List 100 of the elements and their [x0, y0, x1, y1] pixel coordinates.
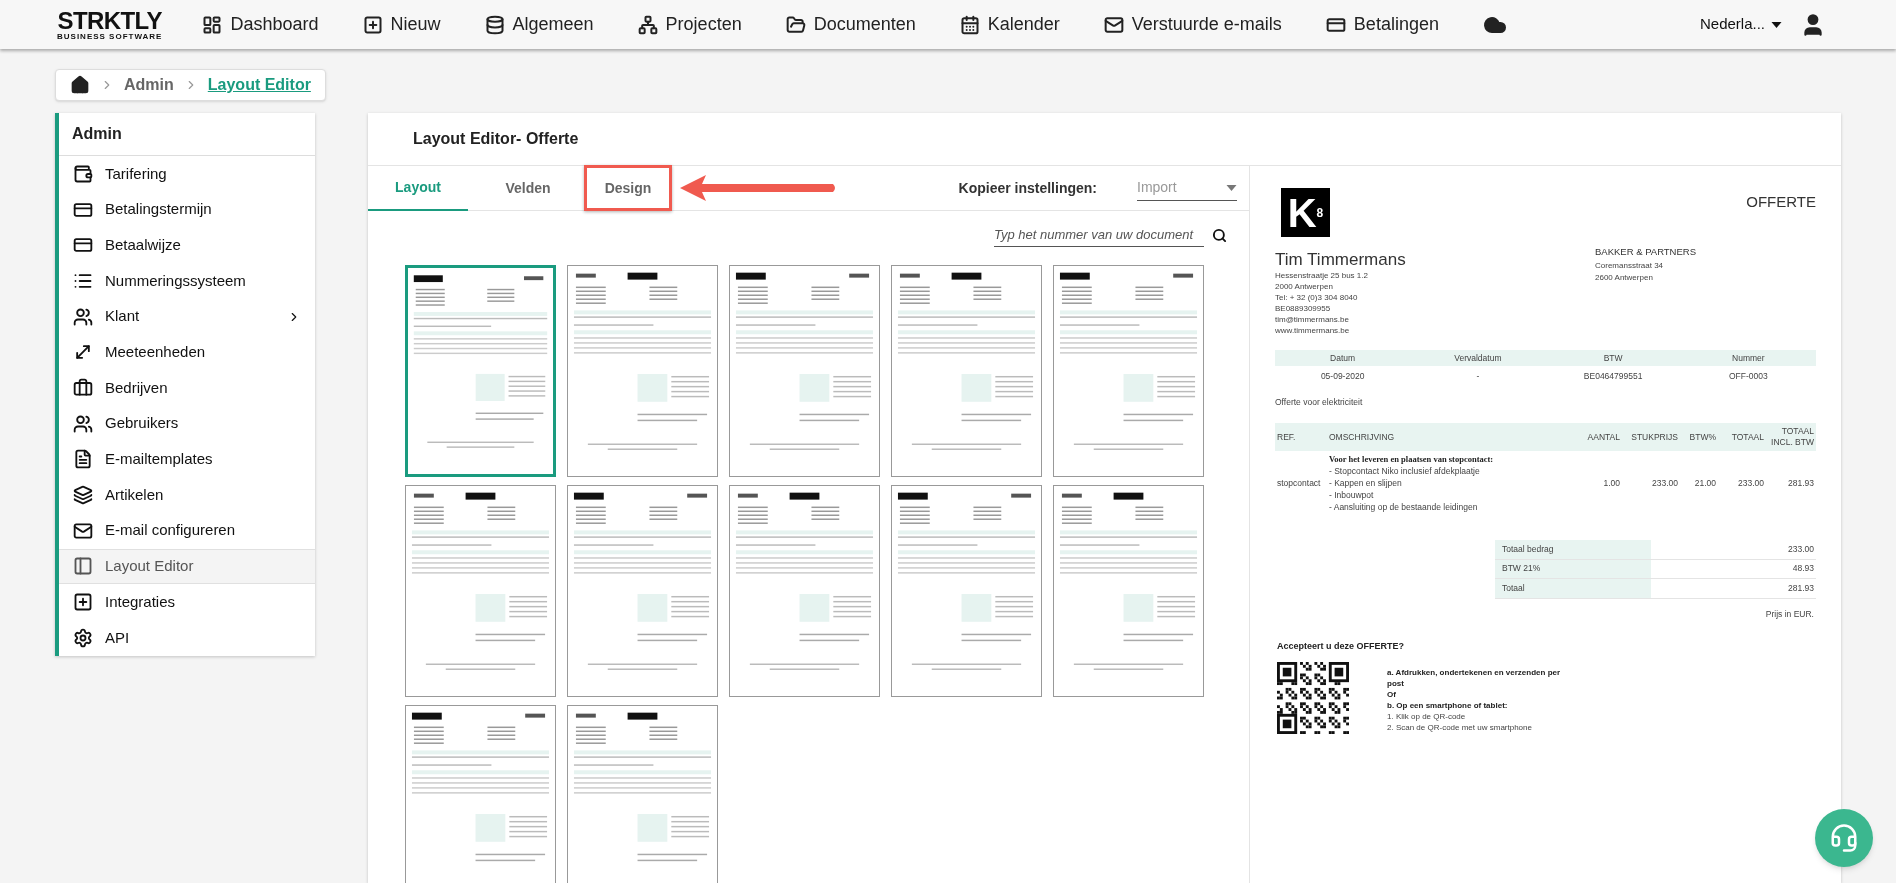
table-cell-text: 233.00	[1737, 476, 1765, 490]
acceptance-step: b. Op een smartphone of tablet:	[1387, 699, 1577, 711]
qr-code-icon	[1277, 661, 1349, 734]
sender-detail: Hessenstraatje 25 bus 1.2	[1275, 270, 1369, 282]
document-number-search-field[interactable]: Typ het nummer van uw document	[994, 225, 1204, 247]
meta-value-cell-text: OFF-0003	[1728, 369, 1769, 383]
plus-icon	[73, 592, 93, 613]
nav-link[interactable]: Verstuurde e-mails	[1103, 11, 1282, 38]
table-cell-text: 1.00	[1602, 476, 1621, 490]
sidebar-item[interactable]: Nummeringssysteem	[59, 263, 315, 299]
sidebar-item[interactable]: Gebruikers	[59, 405, 315, 442]
meta-header-cell: BTW	[1545, 350, 1681, 367]
nav-link[interactable]: Projecten	[637, 11, 742, 38]
table-cell-text: 281.93	[1787, 476, 1815, 490]
meta-value-cell-text: BE0464799551	[1582, 369, 1644, 383]
sidebar-item[interactable]: Betaalwijze	[59, 227, 315, 264]
table-header-cell: STUKPRIJS	[1622, 423, 1680, 451]
sidebar-item[interactable]: Bedrijven	[59, 370, 315, 406]
sidebar-item[interactable]: E-mail configureren	[59, 512, 315, 549]
caret-icon	[1771, 21, 1782, 28]
total-label: Totaal bedrag	[1495, 540, 1651, 559]
template-thumbnail[interactable]	[405, 704, 556, 883]
sidebar-item[interactable]: Artikelen	[59, 477, 315, 513]
template-thumbnail[interactable]	[567, 704, 718, 883]
folder-icon	[785, 14, 806, 35]
sender-detail: www.timmermans.be	[1275, 325, 1351, 337]
sidebar-item[interactable]: E-mailtemplates	[59, 441, 315, 478]
table-cell-text: stopcontact	[1276, 476, 1322, 490]
item-description: Voor het leveren en plaatsen van stopcontact: - Stopcontact Niko inclusief afdekplaatje - Kappen en slijpen - Inbouwpot - Aansluiting op de bestaande leidingen	[1328, 453, 1495, 514]
template-thumbnail[interactable]	[405, 484, 556, 697]
sender-detail: Tel: + 32 (0)3 304 8040	[1275, 292, 1359, 304]
table-cell-text: 21.00	[1693, 476, 1717, 490]
users-icon	[73, 306, 93, 327]
total-value: 281.93	[1787, 581, 1815, 595]
meta-value-cell-text: 05-09-2020	[1319, 369, 1366, 383]
recipient-detail: 2600 Antwerpen	[1595, 272, 1654, 284]
table-header-cell: AANTAL	[1572, 423, 1622, 451]
sidebar-item[interactable]: Tarifering	[59, 156, 315, 192]
template-thumbnail[interactable]	[729, 484, 880, 697]
table-header-cell: TOTAAL	[1718, 423, 1766, 451]
support-chat-button[interactable]	[1815, 809, 1873, 867]
nav-link[interactable]: Documenten	[785, 11, 916, 38]
layers-icon	[73, 485, 93, 506]
panel-icon	[73, 556, 93, 577]
meta-value-cell-text: -	[1475, 369, 1481, 383]
wallet-icon	[73, 163, 93, 184]
meta-header-cell: Vervaldatum	[1410, 350, 1546, 367]
sidebar-item[interactable]: Klant	[59, 298, 315, 335]
meta-header-cell: Nummer	[1680, 350, 1816, 367]
breadcrumb-link[interactable]: Admin	[124, 73, 174, 97]
nav-link[interactable]: Algemeen	[484, 11, 594, 38]
template-thumbnail[interactable]	[1053, 484, 1204, 697]
tab[interactable]: Design	[604, 177, 652, 199]
editor-title: Layout Editor- Offerte	[368, 113, 1841, 166]
table-header-cell: REF.	[1275, 423, 1327, 451]
company-logo[interactable]: STRKTLY BUSINESS SOFTWARE	[57, 8, 163, 41]
total-value: 48.93	[1791, 562, 1815, 576]
sidebar-item[interactable]: API	[59, 619, 315, 656]
nav-link[interactable]: Betalingen	[1325, 11, 1439, 38]
total-value: 233.00	[1787, 542, 1815, 556]
acceptance-step: Of	[1387, 688, 1577, 700]
sender-detail: BE0889309955	[1275, 303, 1332, 315]
sidebar-item[interactable]: Layout Editor	[59, 548, 315, 585]
briefcase-icon	[73, 377, 93, 398]
sidebar-item[interactable]: Betalingstermijn	[59, 191, 315, 228]
currency-note: Prijs in EUR.	[1764, 607, 1815, 621]
template-thumbnail[interactable]	[891, 264, 1042, 477]
sender-detail: 2000 Antwerpen	[1275, 281, 1334, 293]
template-thumbnail[interactable]	[567, 484, 718, 697]
home-icon[interactable]	[70, 75, 90, 95]
caret-icon	[1226, 184, 1237, 191]
document-icon	[73, 449, 93, 470]
sidebar-item[interactable]: Integraties	[59, 584, 315, 620]
document-type: OFFERTE	[1746, 192, 1816, 212]
table-header-cell: OMSCHRIJVING	[1327, 423, 1572, 451]
acceptance-title: Accepteert u deze OFFERTE?	[1277, 640, 1406, 654]
sidebar-item[interactable]: Meeteenheden	[59, 334, 315, 371]
meta-header-cell: Datum	[1275, 350, 1411, 367]
template-thumbnail[interactable]	[729, 264, 880, 477]
language-dropdown[interactable]: Nederla...	[1699, 13, 1782, 36]
nav-link[interactable]: Dashboard	[202, 11, 319, 38]
template-thumbnail[interactable]	[1053, 264, 1204, 477]
copy-settings-label: Kopieer instellingen:	[958, 178, 1097, 198]
table-header-cell: TOTAAL INCL. BTW	[1766, 423, 1816, 451]
database-icon	[484, 14, 505, 35]
acceptance-step: 2. Scan de QR-code met uw smartphone	[1387, 721, 1577, 733]
template-thumbnail[interactable]	[405, 264, 556, 477]
nav-link[interactable]: Kalender	[959, 11, 1060, 38]
template-thumbnail[interactable]	[891, 484, 1042, 697]
search-icon[interactable]	[1212, 228, 1227, 244]
nav-link[interactable]: Nieuw	[362, 11, 441, 38]
mail-icon	[73, 520, 93, 541]
acceptance-step: a. Afdrukken, ondertekenen en verzenden per post	[1387, 666, 1577, 689]
table-cell-text: 233.00	[1651, 476, 1679, 490]
network-icon	[637, 14, 658, 35]
template-thumbnail[interactable]	[567, 264, 718, 477]
calendar-icon	[959, 14, 980, 35]
document-subject: Offerte voor elektriciteit	[1275, 396, 1364, 409]
total-label: Totaal	[1495, 579, 1651, 598]
tab[interactable]: Velden	[478, 165, 578, 211]
